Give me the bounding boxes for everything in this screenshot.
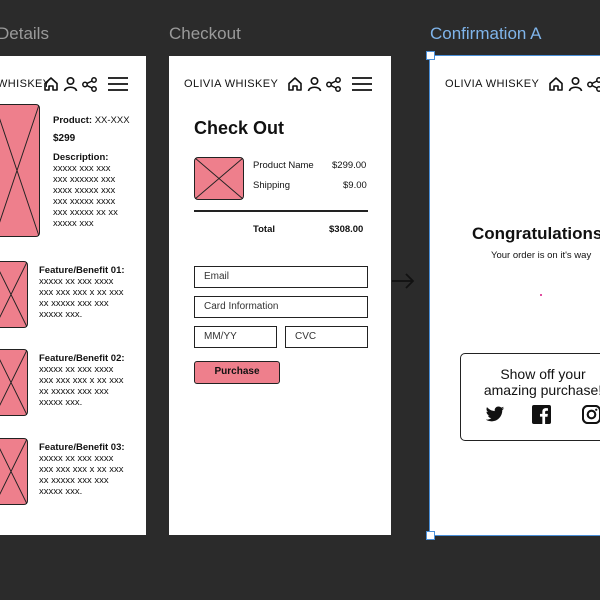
purchase-button[interactable]: Purchase: [194, 361, 280, 384]
stray-dot: [540, 294, 542, 296]
shipping-price: $9.00: [343, 180, 367, 191]
brand-name: OLIVIA WHISKEY: [184, 78, 279, 90]
order-status-text: Your order is on it's way: [491, 250, 592, 261]
product-thumbnail-placeholder: [194, 157, 244, 200]
congratulations-heading: Congratulations: [472, 224, 600, 243]
user-icon[interactable]: [568, 76, 583, 92]
description-label: Description:: [53, 152, 109, 163]
frame-label-checkout[interactable]: Checkout: [169, 24, 241, 44]
feature-image-placeholder: [0, 438, 28, 505]
total-label: Total: [253, 224, 275, 235]
details-frame[interactable]: WHISKEY Product: XX-XXX $299 Description…: [0, 56, 146, 535]
home-icon[interactable]: [43, 76, 59, 92]
user-icon[interactable]: [63, 76, 78, 92]
selection-handle[interactable]: [426, 51, 435, 60]
feature-03: Feature/Benefit 03: xxxxx xx xxx xxxx xx…: [39, 442, 125, 497]
frame-label-confirmation[interactable]: Confirmation A: [430, 24, 542, 44]
brand-name: OLIVIA WHISKEY: [445, 78, 540, 90]
frame-label-details[interactable]: Details: [0, 24, 49, 44]
product-line: Product: XX-XXX: [53, 115, 130, 126]
twitter-icon[interactable]: [485, 406, 505, 423]
feature-image-placeholder: [0, 261, 28, 328]
share-icon[interactable]: [587, 76, 600, 92]
product-price: $299.00: [332, 160, 367, 171]
product-name: Product Name: [253, 160, 314, 171]
total-price: $308.00: [329, 224, 364, 235]
feature-02: Feature/Benefit 02: xxxxx xx xxx xxxx xx…: [39, 353, 125, 408]
description-text: xxxxx xxx xxx xxx xxxxxx xxx xxxx xxxxx …: [53, 163, 118, 229]
confirmation-frame[interactable]: OLIVIA WHISKEY Congratulations Your orde…: [429, 55, 600, 536]
page-title: Check Out: [194, 118, 285, 138]
product-price: $299: [53, 133, 76, 144]
share-card: Show off your amazing purchase!: [460, 353, 600, 441]
share-heading: Show off your amazing purchase!: [483, 366, 600, 398]
feature-01: Feature/Benefit 01: xxxxx xx xxx xxxx xx…: [39, 265, 125, 320]
feature-image-placeholder: [0, 349, 28, 416]
instagram-icon[interactable]: [582, 405, 600, 424]
menu-icon[interactable]: [351, 76, 373, 92]
menu-icon[interactable]: [107, 76, 129, 92]
user-icon[interactable]: [307, 76, 322, 92]
product-image-placeholder: [0, 104, 40, 237]
home-icon[interactable]: [287, 76, 303, 92]
prototype-arrow-icon[interactable]: [392, 272, 416, 290]
card-information-field[interactable]: Card Information: [194, 296, 368, 318]
expiry-field[interactable]: MM/YY: [194, 326, 277, 348]
cvc-field[interactable]: CVC: [285, 326, 368, 348]
home-icon[interactable]: [548, 76, 564, 92]
shipping-label: Shipping: [253, 180, 290, 191]
facebook-icon[interactable]: [532, 405, 551, 424]
share-icon[interactable]: [82, 76, 97, 92]
selection-handle[interactable]: [426, 531, 435, 540]
email-field[interactable]: Email: [194, 266, 368, 288]
checkout-frame[interactable]: OLIVIA WHISKEY Check Out Product Name $2…: [169, 56, 391, 535]
share-icon[interactable]: [326, 76, 341, 92]
divider: [194, 210, 368, 212]
